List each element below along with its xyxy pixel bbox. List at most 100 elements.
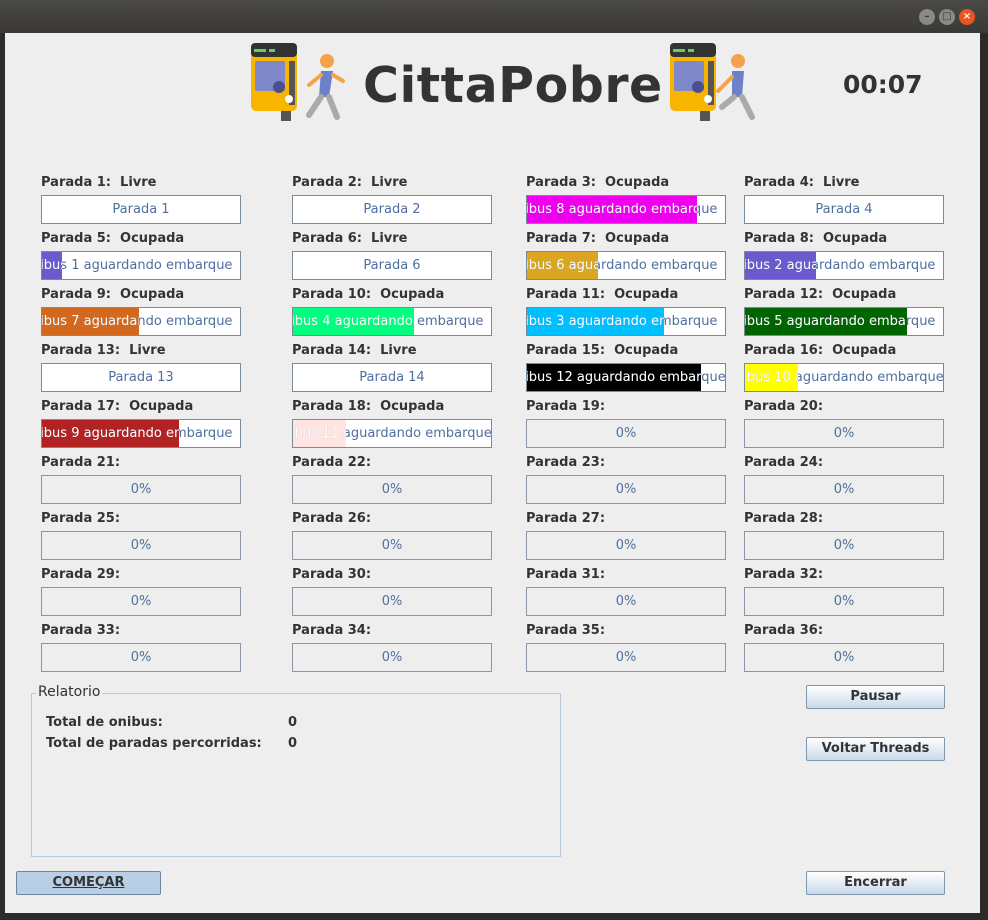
start-button[interactable]: COMEÇAR: [16, 871, 161, 895]
stop-label: Parada 20:: [744, 399, 824, 414]
stop-status-text-highlight: ônibus 11 aguardando embarque: [293, 420, 346, 447]
stop-label: Parada 33:: [41, 623, 121, 638]
stop-status-text-highlight: ônibus 7 aguardando embarque: [42, 308, 139, 335]
stop-progress-bar: ônibus 7 aguardando embarqueônibus 7 agu…: [41, 307, 241, 336]
stop-progress-bar: 0%: [41, 643, 241, 672]
stop-status-text-inverse: ônibus 6 aguardando embarque: [527, 258, 598, 273]
stop-status-text-highlight: ônibus 1 aguardando embarque: [42, 252, 62, 279]
stop-status-text: 0%: [615, 594, 637, 609]
stop-progress-bar: 0%: [526, 419, 726, 448]
stop-label: Parada 10: Ocupada: [292, 287, 445, 302]
resume-threads-button[interactable]: Voltar Threads: [806, 737, 945, 761]
stop-status-text: 0%: [615, 426, 637, 441]
finish-button[interactable]: Encerrar: [806, 871, 945, 895]
stop-status-text-inverse: ônibus 7 aguardando embarque: [42, 314, 139, 329]
stop-status-text: 0%: [381, 650, 403, 665]
pause-button[interactable]: Pausar: [806, 685, 945, 709]
stop-label: Parada 17: Ocupada: [41, 399, 194, 414]
window-titlebar: – □ ×: [0, 0, 988, 33]
stop-label: Parada 34:: [292, 623, 372, 638]
stop-progress-bar: 0%: [292, 587, 492, 616]
close-icon[interactable]: ×: [959, 9, 975, 25]
stop-status-text: 0%: [130, 594, 152, 609]
stop-status-text-inverse: ônibus 2 aguardando embarque: [745, 258, 816, 273]
stop-label: Parada 27:: [526, 511, 606, 526]
stop-progress-bar: 0%: [41, 587, 241, 616]
stop-status-text-inverse: ônibus 1 aguardando embarque: [42, 258, 62, 273]
stop-label: Parada 35:: [526, 623, 606, 638]
stop-label: Parada 13: Livre: [41, 343, 166, 358]
total-stops-label: Total de paradas percorridas:: [46, 736, 262, 751]
stop-label: Parada 7: Ocupada: [526, 231, 670, 246]
app-title: CittaPobre: [363, 57, 663, 114]
stop-progress-bar: 0%: [744, 587, 944, 616]
stop-label: Parada 11: Ocupada: [526, 287, 679, 302]
stop-label: Parada 16: Ocupada: [744, 343, 897, 358]
stop-status-text-highlight: ônibus 3 aguardando embarque: [527, 308, 664, 335]
stop-progress-bar: ônibus 9 aguardando embarqueônibus 9 agu…: [41, 419, 241, 448]
stop-status-text-inverse: ônibus 3 aguardando embarque: [527, 314, 664, 329]
stop-status-text-inverse: ônibus 8 aguardando embarque: [527, 202, 697, 217]
stop-progress-bar: Parada 6: [292, 251, 492, 280]
stop-status-text-inverse: ônibus 10 aguardando embarque: [745, 370, 798, 385]
stop-progress-bar: 0%: [744, 419, 944, 448]
stop-status-text-inverse: ônibus 12 aguardando embarque: [527, 370, 701, 385]
stop-progress-bar: ônibus 5 aguardando embarqueônibus 5 agu…: [744, 307, 944, 336]
stop-label: Parada 26:: [292, 511, 372, 526]
app-window: CittaPobre 00:07 Parada 1: Livre Parada 1…: [5, 33, 980, 913]
report-title: Relatorio: [36, 684, 103, 700]
stop-status-text: 0%: [833, 594, 855, 609]
stop-status-text: 0%: [833, 482, 855, 497]
stop-progress-bar: Parada 4: [744, 195, 944, 224]
stop-status-text-highlight: ônibus 2 aguardando embarque: [745, 252, 816, 279]
stop-progress-bar: 0%: [744, 475, 944, 504]
stop-progress-bar: 0%: [744, 643, 944, 672]
stop-progress-bar: ônibus 2 aguardando embarqueônibus 2 agu…: [744, 251, 944, 280]
stop-progress-bar: Parada 14: [292, 363, 492, 392]
stop-status-text: Parada 13: [108, 370, 174, 385]
stop-progress-bar: ônibus 10 aguardando embarqueônibus 10 a…: [744, 363, 944, 392]
stop-label: Parada 4: Livre: [744, 175, 860, 190]
stop-progress-bar: 0%: [41, 531, 241, 560]
stop-status-text: 0%: [833, 538, 855, 553]
stop-progress-bar: 0%: [526, 587, 726, 616]
stop-status-text-highlight: ônibus 12 aguardando embarque: [527, 364, 701, 391]
stop-progress-bar: ônibus 4 aguardando embarqueônibus 4 agu…: [292, 307, 492, 336]
stop-status-text: Parada 6: [363, 258, 421, 273]
stop-status-text: 0%: [381, 482, 403, 497]
stop-progress-bar: ônibus 12 aguardando embarqueônibus 12 a…: [526, 363, 726, 392]
stop-status-text: Parada 14: [359, 370, 425, 385]
stop-progress-bar: 0%: [292, 643, 492, 672]
maximize-icon[interactable]: □: [939, 9, 955, 25]
stop-status-text-inverse: ônibus 4 aguardando embarque: [293, 314, 414, 329]
total-stops-value: 0: [288, 736, 298, 751]
stop-label: Parada 8: Ocupada: [744, 231, 888, 246]
stop-label: Parada 2: Livre: [292, 175, 408, 190]
total-buses-label: Total de onibus:: [46, 715, 163, 730]
stop-status-text-highlight: ônibus 10 aguardando embarque: [745, 364, 798, 391]
stop-progress-bar: 0%: [526, 643, 726, 672]
stop-label: Parada 9: Ocupada: [41, 287, 185, 302]
stop-progress-bar: 0%: [292, 475, 492, 504]
stop-progress-bar: ônibus 1 aguardando embarqueônibus 1 agu…: [41, 251, 241, 280]
stop-status-text: 0%: [130, 482, 152, 497]
stop-progress-bar: ônibus 8 aguardando embarqueônibus 8 agu…: [526, 195, 726, 224]
elapsed-timer: 00:07: [843, 70, 923, 99]
stop-progress-bar: ônibus 6 aguardando embarqueônibus 6 agu…: [526, 251, 726, 280]
stop-progress-bar: 0%: [41, 475, 241, 504]
stop-label: Parada 23:: [526, 455, 606, 470]
stop-label: Parada 22:: [292, 455, 372, 470]
stop-label: Parada 12: Ocupada: [744, 287, 897, 302]
stop-status-text: Parada 4: [815, 202, 873, 217]
minimize-icon[interactable]: –: [919, 9, 935, 25]
stop-status-text: 0%: [833, 650, 855, 665]
stop-status-text: 0%: [381, 538, 403, 553]
bus-passenger-boarding-icon: [670, 43, 755, 121]
stop-status-text-inverse: ônibus 5 aguardando embarque: [745, 314, 907, 329]
stop-status-text: 0%: [130, 650, 152, 665]
stop-status-text-inverse: ônibus 9 aguardando embarque: [42, 426, 179, 441]
stop-label: Parada 15: Ocupada: [526, 343, 679, 358]
stop-label: Parada 3: Ocupada: [526, 175, 670, 190]
stop-label: Parada 32:: [744, 567, 824, 582]
stop-progress-bar: Parada 1: [41, 195, 241, 224]
